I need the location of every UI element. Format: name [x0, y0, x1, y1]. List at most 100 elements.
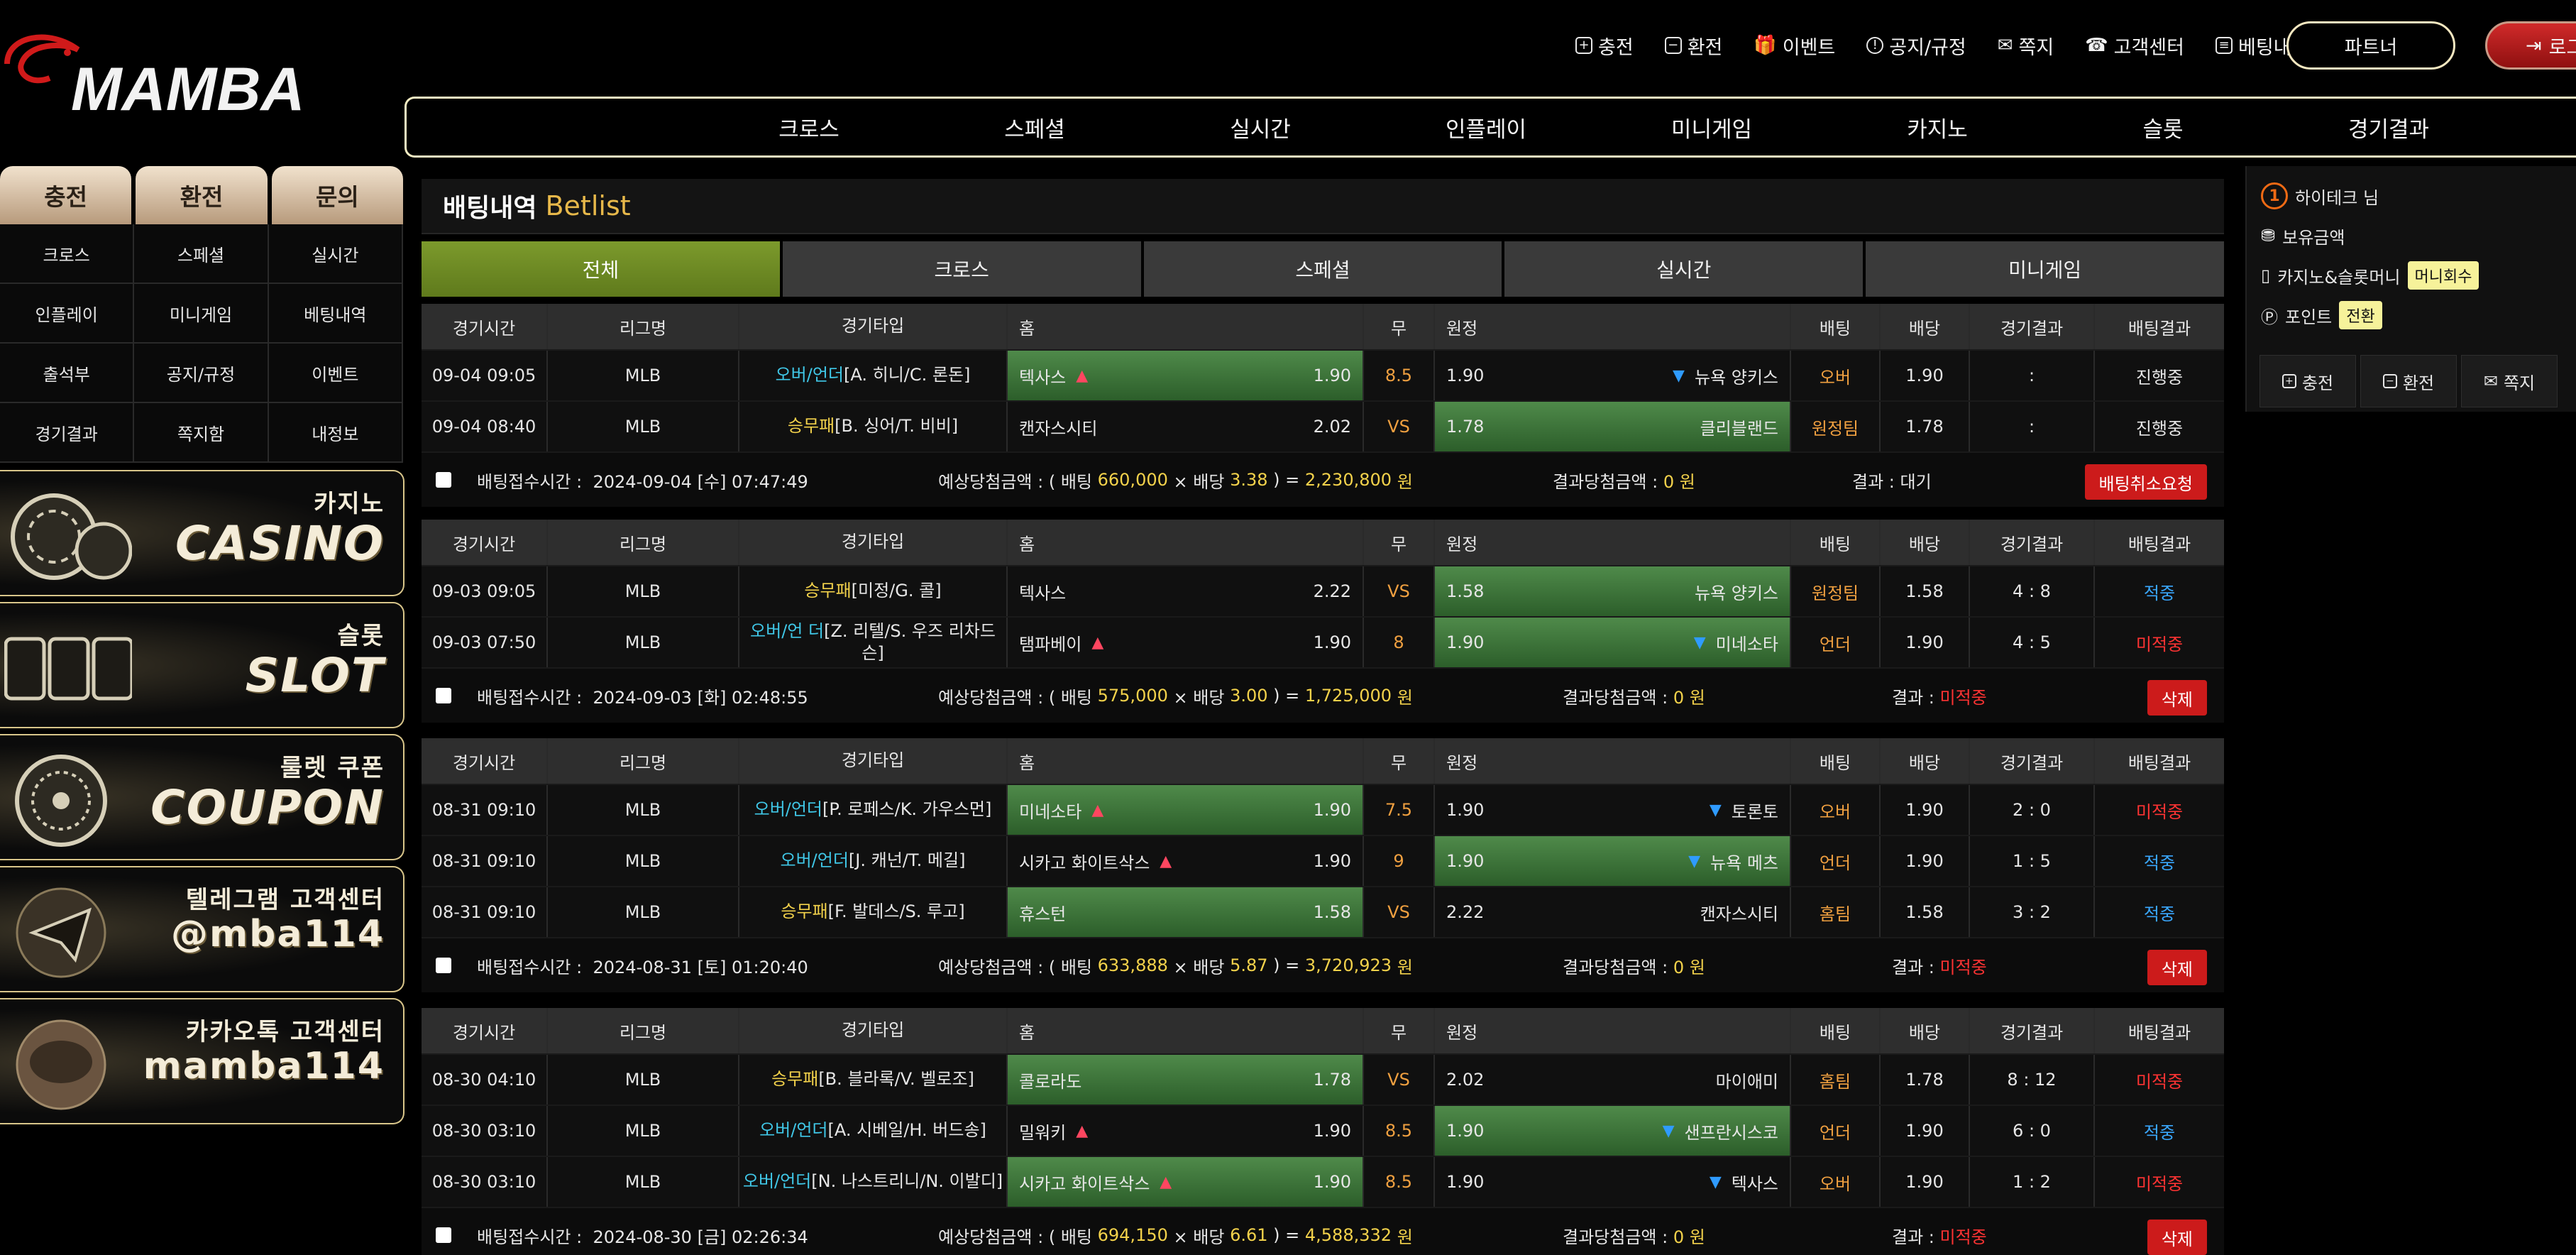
league-name: MLB [548, 785, 739, 835]
sidebar-item-cross[interactable]: 크로스 [0, 224, 135, 284]
sidebar-item-inbox[interactable]: 쪽지함 [134, 403, 269, 463]
bet-status: 결과 : 미적중 [1892, 957, 1987, 977]
envelope-icon: ✉ [1997, 35, 2013, 56]
nav-live[interactable]: 실시간 [1147, 111, 1373, 143]
tab-minigame[interactable]: 미니게임 [1866, 241, 2224, 297]
nav-special[interactable]: 스페셜 [922, 111, 1147, 143]
bet-result: 적중 [2143, 904, 2176, 924]
sidebar-item-results[interactable]: 경기결과 [0, 403, 135, 463]
tab-special[interactable]: 스페셜 [1143, 241, 1502, 297]
home-odds: 2.22 [1313, 581, 1351, 601]
column-header: 리그명 [548, 1008, 739, 1053]
away-team-name: 뉴욕 메츠 [1710, 853, 1778, 873]
sidebar-item-minigame[interactable]: 미니게임 [134, 284, 269, 344]
point-convert-button[interactable]: 전환 [2339, 301, 2382, 329]
bet-pick: 오버 [1791, 785, 1881, 835]
home-team-cell: 텍사스 ▲ 1.90 [1008, 351, 1364, 400]
league-name: MLB [548, 618, 739, 667]
game-type-players: [B. 싱어/T. 비비] [835, 416, 959, 437]
top-link-exchange[interactable]: − 환전 [1664, 32, 1722, 60]
top-link-message[interactable]: ✉ 쪽지 [1998, 32, 2054, 60]
column-header: 홈 [1008, 520, 1364, 565]
top-link-notice[interactable]: ! 공지/규정 [1866, 32, 1966, 60]
slot-banner[interactable]: 슬롯 SLOT [0, 602, 404, 728]
nav-slot[interactable]: 슬롯 [2050, 111, 2276, 143]
nav-casino[interactable]: 카지노 [1824, 111, 2050, 143]
partner-button[interactable]: 파트너 [2286, 21, 2455, 70]
sidebar-item-notice[interactable]: 공지/규정 [134, 344, 269, 403]
sidebar-item-inplay[interactable]: 인플레이 [0, 284, 135, 344]
delete-bet-button[interactable]: 삭제 [2147, 680, 2207, 716]
column-header: 리그명 [548, 304, 739, 349]
top-link-charge[interactable]: + 충전 [1575, 32, 1634, 60]
bet-select-checkbox[interactable] [436, 688, 451, 703]
delete-bet-button[interactable]: 삭제 [2147, 1220, 2207, 1255]
column-header: 경기타입 [739, 304, 1008, 349]
bet-odds: 1.58 [1881, 566, 1970, 616]
column-header: 무 [1364, 1008, 1435, 1053]
away-team-cell: 1.90 ▼ 뉴욕 양키스 [1435, 351, 1791, 400]
casino-banner[interactable]: 카지노 CASINO [0, 470, 404, 596]
tab-all[interactable]: 전체 [422, 241, 780, 297]
sidebar-tab-exchange[interactable]: 환전 [136, 166, 268, 224]
column-header: 홈 [1008, 304, 1364, 349]
svg-text:MAMBA: MAMBA [71, 55, 305, 121]
sidebar-item-betlist[interactable]: 베팅내역 [268, 284, 403, 344]
column-header: 무 [1364, 304, 1435, 349]
away-team-cell: 1.58 뉴욕 양키스 [1435, 566, 1791, 616]
tab-live[interactable]: 실시간 [1504, 241, 1864, 297]
sidebar-tab-charge[interactable]: 충전 [0, 166, 132, 224]
nav-inplay[interactable]: 인플레이 [1373, 111, 1599, 143]
kakaotalk-banner[interactable]: 카카오톡 고객센터 mamba114 [0, 998, 404, 1124]
nav-cross[interactable]: 크로스 [696, 111, 922, 143]
user-charge-button[interactable]: + 충전 [2259, 355, 2356, 407]
column-header: 원정 [1435, 1008, 1791, 1053]
top-link-event[interactable]: 🎁 이벤트 [1754, 32, 1835, 60]
telegram-banner[interactable]: 텔레그램 고객센터 @mba114 [0, 866, 404, 992]
nav-results[interactable]: 경기결과 [2276, 111, 2501, 143]
slot-777-icon [4, 637, 132, 701]
cancel-bet-button[interactable]: 배팅취소요청 [2084, 464, 2207, 500]
bet-select-checkbox[interactable] [436, 1227, 451, 1243]
home-team-cell: 휴스턴 1.58 [1008, 887, 1364, 937]
bet-summary: 배팅접수시간 : 2024-08-31 [토] 01:20:40 예상당첨금액 :… [422, 938, 2224, 992]
bet-summary: 배팅접수시간 : 2024-09-04 [수] 07:47:49 예상당첨금액 :… [422, 453, 2224, 507]
sidebar-item-attendance[interactable]: 출석부 [0, 344, 135, 403]
column-header: 배팅 [1791, 304, 1881, 349]
column-header: 경기결과 [1970, 1008, 2095, 1053]
column-header: 배팅 [1791, 520, 1881, 565]
logout-button[interactable]: ⇥ 로그 [2485, 21, 2576, 70]
user-exchange-button[interactable]: − 환전 [2360, 355, 2457, 407]
minus-square-icon: − [2382, 374, 2397, 388]
column-header: 경기시간 [422, 520, 548, 565]
away-team-name: 텍사스 [1731, 1173, 1778, 1194]
bet-select-checkbox[interactable] [436, 958, 451, 973]
tab-cross[interactable]: 크로스 [782, 241, 1141, 297]
sidebar-item-myinfo[interactable]: 내정보 [268, 403, 403, 463]
draw-value: 7.5 [1364, 785, 1435, 835]
table-row: 08-30 04:10 MLB 승무패[B. 블라록/V. 벨로조] 콜로라도 1.78… [422, 1055, 2224, 1106]
headset-icon: ☎ [2085, 35, 2108, 56]
table-row: 08-30 03:10 MLB 오버/언더[A. 시베일/H. 버드송] 밀워키 ▲ 1.… [422, 1106, 2224, 1157]
game-time: 09-03 09:05 [422, 566, 548, 616]
user-message-button[interactable]: ✉ 쪽지 [2461, 355, 2558, 407]
bet-time: 배팅접수시간 : 2024-09-04 [수] 07:47:49 [477, 471, 808, 492]
delete-bet-button[interactable]: 삭제 [2147, 950, 2207, 985]
column-header: 배팅 [1791, 1008, 1881, 1053]
mamba-logo[interactable]: MAMBA [0, 21, 355, 124]
bet-select-checkbox[interactable] [436, 472, 451, 488]
game-type-kind: 오버/언 더 [750, 620, 825, 641]
home-team-cell: 텍사스 2.22 [1008, 566, 1364, 616]
money-retrieve-button[interactable]: 머니회수 [2407, 261, 2479, 290]
sidebar-item-special[interactable]: 스페셜 [134, 224, 269, 284]
nav-minigame[interactable]: 미니게임 [1599, 111, 1824, 143]
game-type-kind: 승무패 [787, 416, 835, 437]
sidebar-tab-inquiry[interactable]: 문의 [271, 166, 403, 224]
game-type-kind: 오버/언더 [780, 850, 849, 871]
sidebar-item-live[interactable]: 실시간 [268, 224, 403, 284]
sidebar-item-event[interactable]: 이벤트 [268, 344, 403, 403]
top-link-support[interactable]: ☎ 고객센터 [2085, 32, 2184, 60]
league-name: MLB [548, 351, 739, 400]
coupon-banner[interactable]: 룰렛 쿠폰 COUPON [0, 734, 404, 860]
info-circle-icon: ! [1866, 37, 1884, 54]
